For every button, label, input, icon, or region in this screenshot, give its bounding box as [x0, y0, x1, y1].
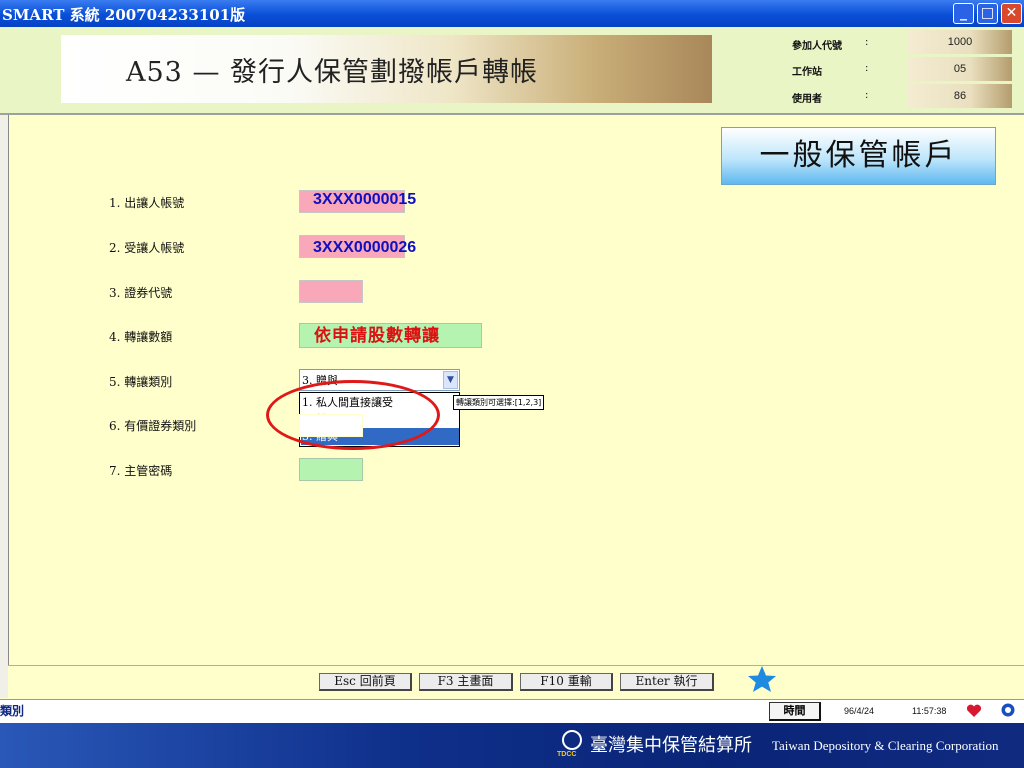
f10-reset-button[interactable]: F10 重輸	[520, 673, 613, 691]
organization-name-english: Taiwan Depository & Clearing Corporation	[772, 738, 999, 753]
tdcc-logo-icon	[562, 730, 582, 750]
f3-home-button[interactable]: F3 主畫面	[419, 673, 513, 691]
organization-name-chinese: 臺灣集中保管結算所	[590, 735, 752, 756]
status-date: 96/4/24	[844, 706, 875, 716]
transfer-type-tooltip: 轉讓類別可選擇:[1,2,3]	[453, 395, 545, 410]
function-key-bar	[8, 665, 1024, 699]
field-label-security-code: 3. 證券代號	[109, 286, 173, 300]
participant-id-value: 1000	[908, 30, 1012, 54]
close-button[interactable]: ✕	[1001, 3, 1022, 24]
transferor-account-value: 3XXX0000015	[313, 191, 417, 208]
window-title: SMART 系統 200704233101版	[2, 6, 246, 24]
field-label-transfer-type: 5. 轉讓類別	[109, 375, 173, 389]
title-bar: SMART 系統 200704233101版	[0, 0, 1024, 27]
user-value: 86	[908, 84, 1012, 108]
security-code-input[interactable]	[299, 280, 363, 303]
field-label-transferee-account: 2. 受讓人帳號	[109, 241, 185, 255]
status-field-label: 類別	[0, 704, 25, 718]
minimize-icon: _	[960, 5, 967, 21]
star-icon	[748, 666, 776, 692]
logo-tag: TDCC	[557, 751, 577, 758]
status-time: 11:57:38	[912, 706, 947, 716]
minimize-button[interactable]: _	[953, 3, 974, 24]
workstation-value: 05	[908, 57, 1012, 81]
workstation-label: 工作站	[792, 67, 822, 78]
close-icon: ✕	[1005, 5, 1018, 21]
page-title: A53 — 發行人保管劃撥帳戶轉帳	[126, 57, 539, 88]
participant-id-label: 參加人代號	[792, 41, 842, 52]
esc-back-button[interactable]: Esc 回前頁	[319, 673, 412, 691]
security-category-input[interactable]	[299, 414, 363, 437]
transferee-account-value: 3XXX0000026	[313, 239, 417, 256]
heart-icon	[966, 704, 982, 717]
account-type-title: 一般保管帳戶	[721, 127, 996, 185]
transfer-type-selected-value: 3. 贈與	[302, 374, 338, 387]
supervisor-password-input[interactable]	[299, 458, 363, 481]
transfer-type-option[interactable]: 1. 私人間直接讓受	[301, 394, 459, 411]
network-status-icon[interactable]	[1000, 702, 1016, 718]
field-label-supervisor-password: 7. 主管密碼	[109, 464, 173, 478]
user-label: 使用者	[792, 94, 822, 105]
field-label-transfer-amount: 4. 轉讓數額	[109, 330, 173, 344]
meta-colon: :	[865, 90, 869, 101]
meta-colon: :	[865, 63, 869, 74]
maximize-icon: □	[980, 5, 995, 21]
chevron-down-icon[interactable]: ▼	[443, 371, 458, 389]
time-button[interactable]: 時間	[769, 702, 821, 721]
transfer-amount-value: 依申請股數轉讓	[314, 326, 440, 346]
maximize-button[interactable]: □	[977, 3, 998, 24]
meta-colon: :	[865, 37, 869, 48]
enter-execute-button[interactable]: Enter 執行	[620, 673, 714, 691]
field-label-security-category: 6. 有價證券類別	[109, 419, 197, 433]
field-label-transferor-account: 1. 出讓人帳號	[109, 196, 185, 210]
